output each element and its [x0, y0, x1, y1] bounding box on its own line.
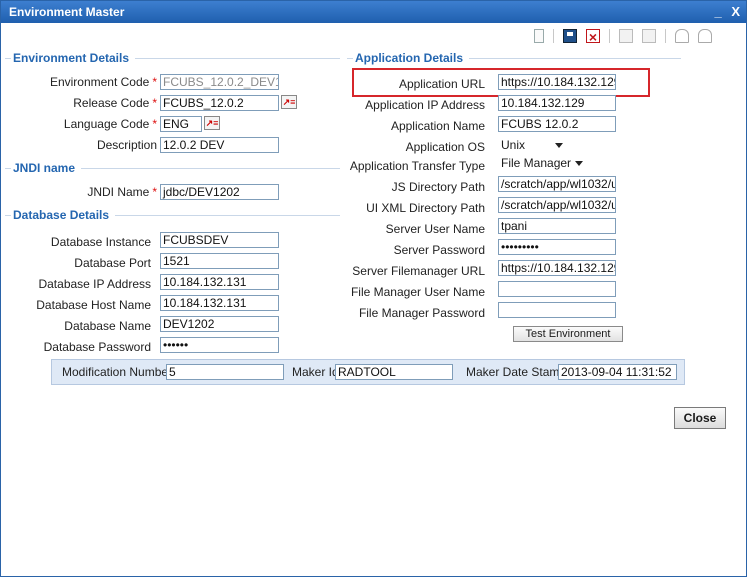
toolbar-divider: [553, 29, 554, 43]
environment-details-heading: Environment Details: [5, 51, 340, 65]
environment-master-window: Environment Master _ X × Environment Det…: [0, 0, 747, 577]
transfer-type-select[interactable]: File Manager: [498, 154, 588, 172]
title-bar: Environment Master _ X: [1, 1, 746, 23]
toolbar-divider: [665, 29, 666, 43]
jndi-name-label: JNDI Name *: [87, 185, 157, 199]
application-os-select[interactable]: Unix: [498, 136, 568, 154]
maker-date-stamp-label: Maker Date Stamp: [466, 365, 567, 379]
database-host-label: Database Host Name: [36, 298, 151, 312]
server-user-field[interactable]: tpani: [498, 218, 616, 234]
maker-id-label: Maker Id: [292, 365, 339, 379]
environment-code-field[interactable]: FCUBS_12.0.2_DEV12(: [160, 74, 279, 90]
transfer-type-label: Application Transfer Type: [349, 159, 485, 173]
application-os-label: Application OS: [405, 140, 485, 154]
description-field[interactable]: 12.0.2 DEV: [160, 137, 279, 153]
language-code-lov-icon[interactable]: ↗≡: [204, 116, 220, 130]
database-instance-field[interactable]: FCUBSDEV: [160, 232, 279, 248]
database-name-field[interactable]: DEV1202: [160, 316, 279, 332]
environment-code-label: Environment Code *: [49, 75, 157, 89]
fm-user-label: File Manager User Name: [350, 285, 485, 299]
server-password-field[interactable]: •••••••••: [498, 239, 616, 255]
application-ip-field[interactable]: 10.184.132.129: [498, 95, 616, 111]
uixml-directory-label: UI XML Directory Path: [366, 201, 485, 215]
release-code-label: Release Code *: [73, 96, 157, 110]
window-title: Environment Master: [9, 5, 125, 19]
toolbar-divider: [609, 29, 610, 43]
close-button[interactable]: Close: [674, 407, 726, 429]
filemanager-url-field[interactable]: https://10.184.132.129:7: [498, 260, 616, 276]
uixml-directory-field[interactable]: /scratch/app/wl1032/us(: [498, 197, 616, 213]
close-window-button[interactable]: X: [731, 4, 740, 19]
maker-id-field[interactable]: RADTOOL: [335, 364, 453, 380]
test-environment-button[interactable]: Test Environment: [513, 326, 623, 342]
application-url-highlight: [352, 68, 650, 97]
new-icon[interactable]: [534, 29, 544, 43]
database-instance-label: Database Instance: [50, 235, 151, 249]
database-password-label: Database Password: [43, 340, 151, 354]
audit-panel: Modification Number 5 Maker Id RADTOOL M…: [51, 359, 685, 385]
jndi-heading: JNDI name: [5, 161, 340, 175]
database-details-heading: Database Details: [5, 208, 340, 222]
database-host-field[interactable]: 10.184.132.131: [160, 295, 279, 311]
language-code-field[interactable]: ENG: [160, 116, 202, 132]
delete-icon[interactable]: ×: [586, 29, 600, 44]
fm-password-field[interactable]: [498, 302, 616, 318]
modification-number-label: Modification Number: [62, 365, 173, 379]
release-code-field[interactable]: FCUBS_12.0.2: [160, 95, 279, 111]
maker-date-stamp-field[interactable]: 2013-09-04 11:31:52: [558, 364, 677, 380]
copy-icon[interactable]: [619, 29, 633, 43]
server-user-label: Server User Name: [385, 222, 485, 236]
server-password-label: Server Password: [393, 243, 485, 257]
js-directory-label: JS Directory Path: [391, 180, 485, 194]
unlock-icon[interactable]: [675, 29, 689, 43]
chevron-down-icon: [555, 143, 563, 148]
language-code-label: Language Code *: [63, 117, 157, 131]
database-port-field[interactable]: 1521: [160, 253, 279, 269]
application-name-field[interactable]: FCUBS 12.0.2: [498, 116, 616, 132]
fm-user-field[interactable]: [498, 281, 616, 297]
chevron-down-icon: [575, 161, 583, 166]
database-name-label: Database Name: [64, 319, 151, 333]
fm-password-label: File Manager Password: [358, 306, 485, 320]
database-port-label: Database Port: [74, 256, 151, 270]
js-directory-field[interactable]: /scratch/app/wl1032/us(: [498, 176, 616, 192]
jndi-name-field[interactable]: jdbc/DEV1202: [160, 184, 279, 200]
database-password-field[interactable]: ••••••: [160, 337, 279, 353]
save-icon[interactable]: [563, 29, 577, 43]
toolbar: ×: [525, 27, 712, 45]
release-code-lov-icon[interactable]: ↗≡: [281, 95, 297, 109]
application-details-heading: Application Details: [347, 51, 681, 65]
window-controls: _ X: [708, 1, 740, 23]
application-ip-label: Application IP Address: [365, 98, 485, 112]
filemanager-url-label: Server Filemanager URL: [352, 264, 485, 278]
modification-number-field[interactable]: 5: [166, 364, 284, 380]
print-icon[interactable]: [642, 29, 656, 43]
application-name-label: Application Name: [390, 119, 485, 133]
database-ip-field[interactable]: 10.184.132.131: [160, 274, 279, 290]
minimize-button[interactable]: _: [714, 4, 721, 19]
description-label: Description: [96, 138, 157, 152]
lock-icon[interactable]: [698, 29, 712, 43]
database-ip-label: Database IP Address: [38, 277, 151, 291]
